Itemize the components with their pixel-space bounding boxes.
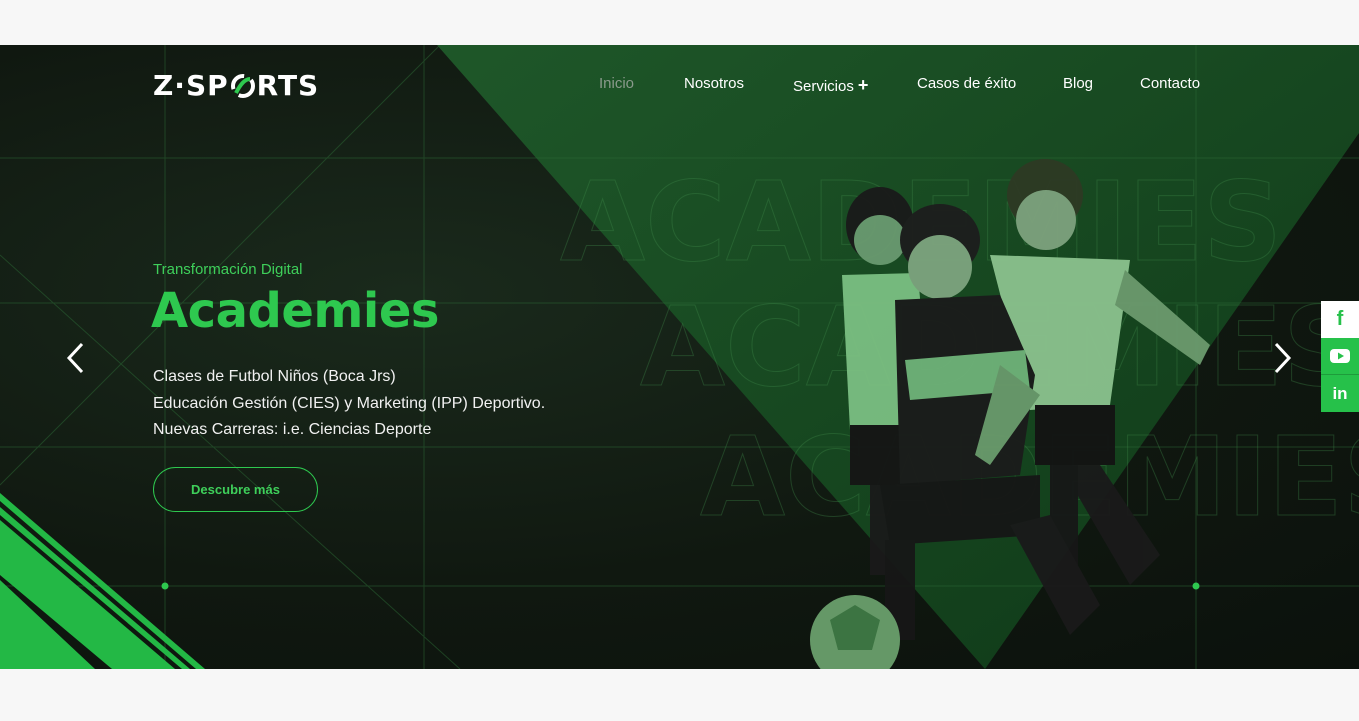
discover-more-button[interactable]: Descubre más [153, 467, 318, 512]
plus-icon: + [857, 75, 869, 95]
hero-description: Clases de Futbol Niños (Boca Jrs) Educac… [153, 364, 545, 444]
facebook-link[interactable]: f [1321, 301, 1359, 338]
linkedin-icon: in [1332, 383, 1348, 403]
hero-tagline: Transformación Digital [153, 261, 303, 278]
nav-item-servicios[interactable]: Servicios + [793, 75, 868, 96]
hero-line: Nuevas Carreras: i.e. Ciencias Deporte [153, 421, 432, 438]
social-sidebar: f in [1321, 301, 1359, 412]
hero-title: Academies [151, 283, 440, 339]
chevron-left-icon[interactable] [64, 341, 88, 375]
chevron-right-icon[interactable] [1270, 341, 1294, 375]
youtube-icon [1330, 349, 1350, 363]
youtube-link[interactable] [1321, 338, 1359, 375]
nav-item-inicio[interactable]: Inicio [599, 75, 634, 92]
facebook-icon: f [1336, 308, 1344, 330]
nav-item-nosotros[interactable]: Nosotros [684, 75, 744, 92]
nav-item-contacto[interactable]: Contacto [1140, 75, 1200, 92]
hero-line: Clases de Futbol Niños (Boca Jrs) [153, 368, 396, 385]
nav-item-casos[interactable]: Casos de éxito [917, 75, 1016, 92]
hero-line: Educación Gestión (CIES) y Marketing (IP… [153, 394, 546, 412]
hero-background: ACADEMIES ACADEMIES ACADEMIES [0, 45, 1359, 669]
nav-item-servicios-label: Servicios [793, 78, 854, 95]
nav-item-blog[interactable]: Blog [1063, 75, 1093, 92]
main-nav: Inicio Nosotros Servicios + Casos de éxit… [0, 75, 1359, 99]
hero-slider: ACADEMIES ACADEMIES ACADEMIES [0, 45, 1359, 669]
linkedin-link[interactable]: in [1321, 375, 1359, 412]
